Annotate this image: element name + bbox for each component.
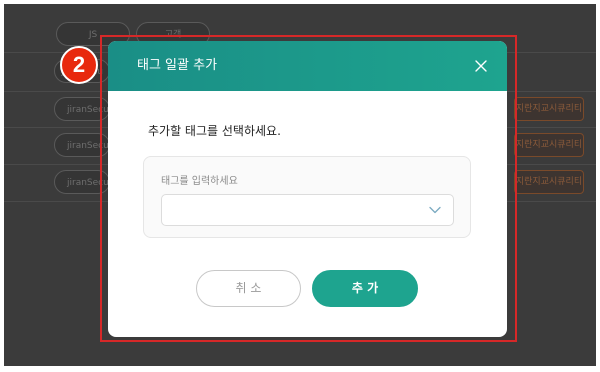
chevron-down-icon	[429, 206, 441, 214]
background-company-badge: 지란지교시큐리티	[514, 170, 584, 194]
tag-select[interactable]	[161, 194, 454, 226]
add-button[interactable]: 추 가	[312, 270, 418, 307]
background-company-badge: 지란지교시큐리티	[514, 133, 584, 157]
dialog-instruction: 추가할 태그를 선택하세요.	[148, 124, 281, 138]
cancel-button[interactable]: 취 소	[196, 270, 301, 307]
tag-field-group: 태그를 입력하세요	[143, 156, 471, 238]
tag-field-label: 태그를 입력하세요	[161, 176, 238, 187]
close-button[interactable]	[473, 58, 489, 74]
step-number-badge: 2	[60, 46, 98, 84]
dialog-title: 태그 일괄 추가	[137, 58, 218, 73]
background-company-badge: 지란지교시큐리티	[514, 97, 584, 121]
tag-bulk-add-dialog: 태그 일괄 추가 추가할 태그를 선택하세요. 태그를 입력하세요 취 소 추 …	[108, 41, 507, 337]
dialog-header: 태그 일괄 추가	[108, 41, 507, 91]
close-icon	[475, 60, 487, 72]
